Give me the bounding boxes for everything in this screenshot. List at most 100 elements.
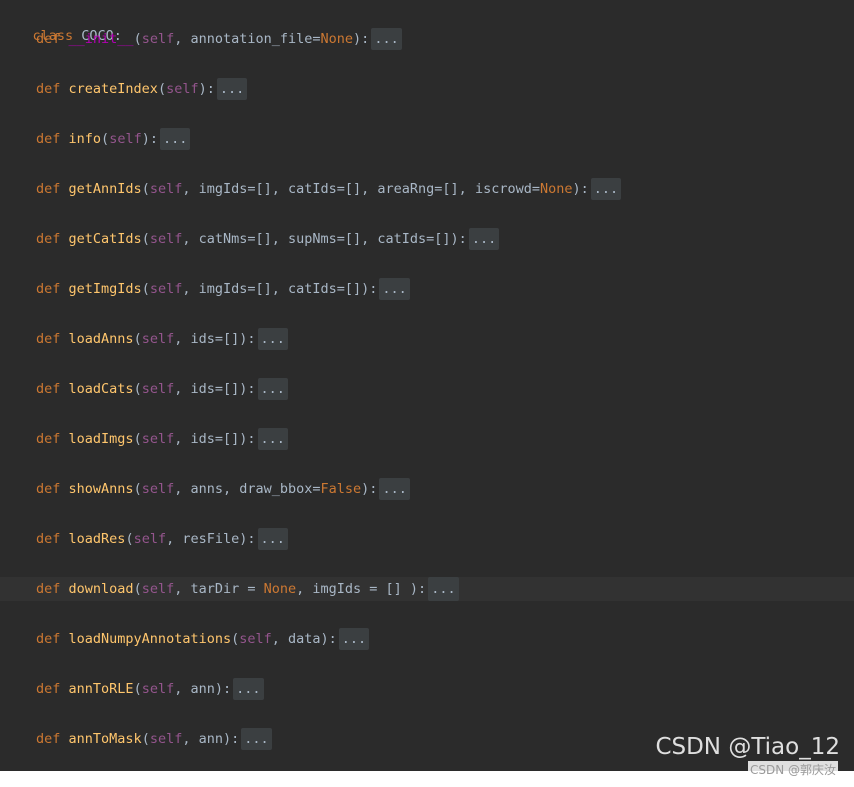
self-param: self — [141, 581, 175, 597]
def-keyword: def — [36, 681, 61, 697]
code-line-loadRes[interactable]: def loadRes(self, resFile):... — [0, 528, 854, 550]
self-param: self — [149, 231, 183, 247]
fold-indicator[interactable]: ... — [468, 228, 500, 250]
def-keyword: def — [36, 281, 61, 297]
def-keyword: def — [36, 431, 61, 447]
method-name: loadRes — [68, 531, 126, 547]
fold-indicator[interactable]: ... — [338, 628, 370, 650]
method-name: annToRLE — [68, 681, 134, 697]
method-name: getImgIds — [68, 281, 142, 297]
code-line-loadNumpyAnnotations[interactable]: def loadNumpyAnnotations(self, data):... — [0, 628, 854, 650]
method-name: loadNumpyAnnotations — [68, 631, 232, 647]
self-param: self — [141, 31, 175, 47]
method-name: download — [68, 581, 134, 597]
def-keyword: def — [36, 131, 61, 147]
code-line-getImgIds[interactable]: def getImgIds(self, imgIds=[], catIds=[]… — [0, 278, 854, 300]
def-keyword: def — [36, 731, 61, 747]
method-params: , catNms=[], supNms=[], catIds=[]): — [182, 231, 467, 247]
fold-indicator[interactable]: ... — [257, 328, 288, 350]
self-param: self — [149, 181, 183, 197]
method-name: getCatIds — [68, 231, 142, 247]
method-params: , ids=[]): — [174, 381, 256, 397]
fold-indicator[interactable]: ... — [590, 178, 622, 200]
method-name: showAnns — [68, 481, 134, 497]
literal-none: None — [320, 31, 354, 47]
code-line-getAnnIds[interactable]: def getAnnIds(self, imgIds=[], catIds=[]… — [0, 178, 854, 200]
method-params: , annotation_file= — [174, 31, 321, 47]
code-line-createIndex[interactable]: def createIndex(self):... — [0, 78, 854, 100]
method-params: , anns, draw_bbox= — [174, 481, 321, 497]
method-name: loadCats — [68, 381, 134, 397]
class-declaration-line[interactable]: class COCO: — [0, 3, 854, 44]
code-line-loadAnns[interactable]: def loadAnns(self, ids=[]):... — [0, 328, 854, 350]
method-params-end: ): — [361, 481, 378, 497]
code-line-getCatIds[interactable]: def getCatIds(self, catNms=[], supNms=[]… — [0, 228, 854, 250]
self-param: self — [133, 531, 167, 547]
self-param: self — [109, 131, 142, 147]
self-param: self — [141, 431, 175, 447]
method-params: , imgIds=[], catIds=[], areaRng=[], iscr… — [182, 181, 540, 197]
code-line-loadImgs[interactable]: def loadImgs(self, ids=[]):... — [0, 428, 854, 450]
code-editor[interactable]: class COCO: def __init__(self, annotatio… — [0, 0, 854, 771]
def-keyword: def — [36, 581, 61, 597]
method-params: , ids=[]): — [174, 431, 256, 447]
fold-indicator[interactable]: ... — [257, 528, 288, 550]
literal-false: False — [320, 481, 362, 497]
def-keyword: def — [36, 31, 61, 47]
def-keyword: def — [36, 181, 61, 197]
code-line-download[interactable]: def download(self, tarDir = None, imgIds… — [0, 577, 854, 601]
fold-indicator[interactable]: ... — [379, 278, 410, 300]
method-name: __init__ — [68, 31, 134, 47]
method-params: , resFile): — [166, 531, 256, 547]
fold-indicator[interactable]: ... — [257, 428, 288, 450]
self-param: self — [141, 331, 175, 347]
method-params-end: , imgIds = [] ): — [296, 581, 427, 597]
def-keyword: def — [36, 631, 61, 647]
method-params: , ids=[]): — [174, 331, 256, 347]
method-params: , data): — [271, 631, 337, 647]
method-params-end: ): — [572, 181, 589, 197]
literal-none: None — [539, 181, 573, 197]
def-keyword: def — [36, 331, 61, 347]
method-params-end: ): — [353, 31, 370, 47]
code-line-loadCats[interactable]: def loadCats(self, ids=[]):... — [0, 378, 854, 400]
fold-indicator[interactable]: ... — [379, 478, 410, 500]
code-line-annToRLE[interactable]: def annToRLE(self, ann):... — [0, 678, 854, 700]
fold-indicator[interactable]: ... — [428, 577, 459, 601]
method-params: , imgIds=[], catIds=[]): — [182, 281, 378, 297]
method-params: ): — [141, 131, 158, 147]
fold-indicator[interactable]: ... — [216, 78, 248, 100]
self-param: self — [239, 631, 272, 647]
fold-indicator[interactable]: ... — [241, 728, 272, 750]
method-params: ): — [198, 81, 215, 97]
self-param: self — [166, 81, 199, 97]
method-name: loadImgs — [68, 431, 134, 447]
fold-indicator[interactable]: ... — [257, 378, 288, 400]
self-param: self — [141, 681, 175, 697]
def-keyword: def — [36, 381, 61, 397]
watermark-sub: CSDN @郭庆汝 — [747, 761, 838, 778]
self-param: self — [149, 281, 183, 297]
code-line-init[interactable]: def __init__(self, annotation_file=None)… — [0, 28, 854, 50]
def-keyword: def — [36, 481, 61, 497]
method-name: createIndex — [68, 81, 158, 97]
self-param: self — [141, 481, 175, 497]
method-name: getAnnIds — [68, 181, 142, 197]
method-params: , ann): — [182, 731, 240, 747]
fold-indicator[interactable]: ... — [371, 28, 402, 50]
self-param: self — [141, 381, 175, 397]
literal-none: None — [263, 581, 297, 597]
def-keyword: def — [36, 531, 61, 547]
def-keyword: def — [36, 81, 61, 97]
method-name: annToMask — [68, 731, 142, 747]
method-name: loadAnns — [68, 331, 134, 347]
method-params: , ann): — [174, 681, 232, 697]
watermark-main: CSDN @Tiao_12 — [655, 734, 840, 760]
code-line-showAnns[interactable]: def showAnns(self, anns, draw_bbox=False… — [0, 478, 854, 500]
code-line-info[interactable]: def info(self):... — [0, 128, 854, 150]
fold-indicator[interactable]: ... — [233, 678, 264, 700]
fold-indicator[interactable]: ... — [159, 128, 191, 150]
method-name: info — [68, 131, 102, 147]
def-keyword: def — [36, 231, 61, 247]
page-footer — [0, 771, 854, 787]
